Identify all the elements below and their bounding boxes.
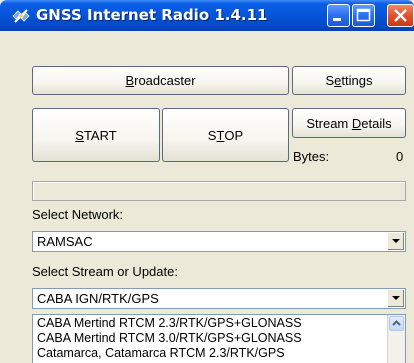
chevron-down-icon[interactable]	[387, 233, 404, 250]
bytes-label: Bytes:	[293, 149, 330, 164]
close-icon	[394, 9, 407, 22]
stream-details-button[interactable]: Stream Details	[292, 108, 406, 138]
stream-details-label-key: D	[351, 115, 362, 131]
select-stream-label: Select Stream or Update:	[32, 264, 178, 279]
start-button[interactable]: S TART	[32, 108, 160, 162]
title-bar[interactable]: GNSS Internet Radio 1.4.11	[0, 0, 414, 31]
settings-label-pre: S	[325, 73, 335, 88]
settings-label-key: e	[334, 73, 342, 88]
broadcaster-label-key: B	[125, 73, 135, 88]
network-select[interactable]: RAMSAC	[32, 231, 406, 252]
list-item[interactable]: Catamarca, Catamarca RTCM 2.3/RTK/GPS	[37, 346, 285, 360]
start-label-post: TART	[83, 127, 117, 143]
satellite-icon	[12, 7, 30, 25]
select-network-label: Select Network:	[32, 207, 124, 222]
stop-label-post: OP	[224, 127, 244, 143]
progress-bar	[32, 181, 406, 201]
chevron-down-icon[interactable]	[387, 290, 404, 307]
scroll-up-icon	[392, 320, 401, 326]
stream-dropdown-list[interactable]: CABA Mertind RTCM 2.3/RTK/GPS+GLONASS CA…	[32, 314, 406, 363]
start-label-key: S	[75, 127, 84, 143]
stop-label-pre: S	[207, 127, 217, 143]
maximize-button[interactable]	[352, 4, 375, 27]
broadcaster-button[interactable]: Broadcaster	[32, 66, 289, 95]
broadcaster-label-post: roadcaster	[134, 73, 196, 88]
minimize-button[interactable]	[327, 4, 350, 27]
stream-details-label-pre: Stream	[306, 115, 352, 131]
stop-button[interactable]: S T OP	[162, 108, 289, 162]
network-selected: RAMSAC	[37, 234, 93, 249]
list-item[interactable]: CABA Mertind RTCM 2.3/RTK/GPS+GLONASS	[37, 316, 302, 330]
list-scrollbar[interactable]	[387, 315, 405, 363]
bytes-value: 0	[396, 149, 404, 164]
close-button[interactable]	[387, 4, 414, 27]
scroll-up-button[interactable]	[389, 316, 404, 331]
window-title: GNSS Internet Radio 1.4.11	[36, 6, 268, 24]
stream-selected: CABA IGN/RTK/GPS	[37, 291, 159, 306]
maximize-icon	[356, 8, 371, 22]
settings-label-post: ttings	[341, 73, 373, 88]
stop-label-key: T	[216, 127, 225, 143]
list-item[interactable]: CABA Mertind RTCM 3.0/RTK/GPS+GLONASS	[37, 331, 302, 345]
stream-details-label-post: etails	[361, 115, 392, 131]
stream-select[interactable]: CABA IGN/RTK/GPS	[32, 288, 406, 309]
minimize-icon	[333, 18, 341, 21]
settings-button[interactable]: Se ttings	[292, 66, 406, 95]
